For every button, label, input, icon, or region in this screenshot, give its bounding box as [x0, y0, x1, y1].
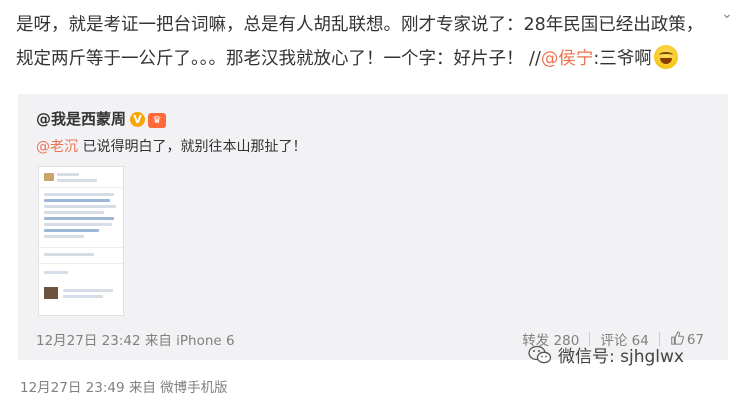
post-text-line2: 规定两斤等于一公斤了。。。那老汉我就放心了！一个字：好片子！ //	[16, 49, 541, 69]
repost-author[interactable]: @我是西蒙周 V ♛	[36, 108, 167, 129]
post-text-tail: :三爷啊	[593, 49, 652, 69]
post-text: 是呀，就是考证一把台词嘛，总是有人胡乱联想。刚才专家说了：28年民国已经出政策，…	[16, 8, 706, 76]
verified-badge-icon: V	[130, 112, 146, 127]
repost-meta[interactable]: 12月27日 23:42 来自 iPhone 6	[36, 329, 235, 349]
repost-author-name[interactable]: @我是西蒙周	[36, 110, 126, 128]
member-badge-icon: ♛	[148, 113, 167, 128]
repost-text: @老沉 已说得明白了，就别往本山那扯了！	[36, 136, 306, 156]
wechat-watermark: 微信号: sjhglwx	[528, 342, 684, 367]
screenshot-thumbnail[interactable]	[38, 166, 124, 316]
wechat-id: 微信号: sjhglwx	[558, 347, 684, 367]
like-count: 67	[686, 331, 704, 348]
repost-text-body: 已说得明白了，就别往本山那扯了！	[78, 139, 307, 155]
post-text-line1: 是呀，就是考证一把台词嘛，总是有人胡乱联想。刚才专家说了：28年民国已经出政策，	[16, 15, 704, 35]
laughing-emoji-icon	[653, 45, 678, 69]
repost-card: @我是西蒙周 V ♛ @老沉 已说得明白了，就别往本山那扯了！ 12月27日 23:…	[18, 94, 728, 360]
mention-link[interactable]: @侯宁	[541, 49, 594, 69]
chevron-down-icon[interactable]: ⌄	[719, 6, 735, 22]
repost-mention-link[interactable]: @老沉	[36, 139, 78, 155]
post-meta[interactable]: 12月27日 23:49 来自 微博手机版	[20, 376, 228, 396]
wechat-icon	[528, 345, 552, 363]
